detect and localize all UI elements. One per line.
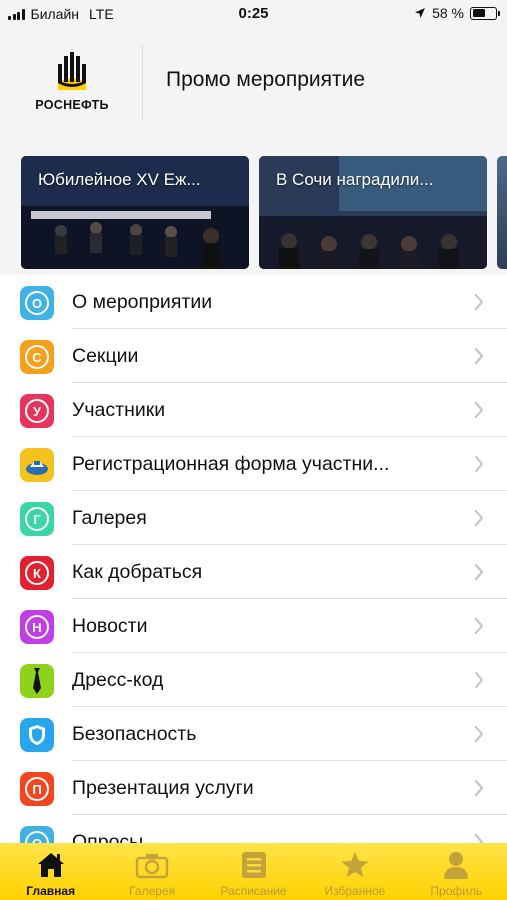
location-arrow-icon <box>415 8 426 18</box>
chevron-right-icon <box>474 347 484 365</box>
menu-item[interactable]: О О мероприятии <box>0 275 507 329</box>
menu-item-label: О мероприятии <box>72 291 213 313</box>
menu-item-label: Новости <box>72 615 148 637</box>
chevron-right-icon <box>474 401 484 419</box>
logo-text: РОСНЕФТЬ <box>35 98 109 112</box>
tab-bar: Главная Галерея Расписание Избранное Профиль <box>0 843 507 900</box>
status-right: 58 % <box>414 5 500 21</box>
chevron-right-icon <box>474 725 484 743</box>
tab-label: Расписание <box>220 884 287 898</box>
menu-item[interactable]: Регистрационная форма участни... <box>0 437 507 491</box>
polls-icon: О <box>20 826 54 843</box>
status-bar: Билайн LTE 0:25 58 % <box>0 0 507 28</box>
menu-item-label: Безопасность <box>72 723 197 745</box>
gallery-icon: Г <box>20 502 54 536</box>
carousel-card-title: Юбилейное XV Еж... <box>38 170 201 189</box>
tab-star[interactable]: Избранное <box>304 843 405 900</box>
menu-item[interactable]: Г Галерея <box>0 491 507 545</box>
carrier-label: Билайн <box>30 6 80 22</box>
shield-icon <box>20 718 54 752</box>
carousel-card[interactable]: Юбилейное XV Еж... <box>21 156 249 269</box>
chevron-right-icon <box>474 833 484 843</box>
rosneft-logo: РОСНЕФТЬ <box>20 50 124 116</box>
network-label: LTE <box>89 6 114 22</box>
menu-item-icon-letter: О <box>25 291 49 315</box>
chevron-right-icon <box>474 509 484 527</box>
menu-item-icon-letter: П <box>25 777 49 801</box>
menu-item-label: Дресс-код <box>72 669 164 691</box>
app-header: РОСНЕФТЬ Промо мероприятие <box>0 28 507 140</box>
participants-icon: У <box>20 394 54 428</box>
tab-label: Галерея <box>129 884 176 898</box>
news-icon: Н <box>20 610 54 644</box>
registration-icon <box>20 448 54 482</box>
profile-icon <box>439 849 473 881</box>
menu-item-label: Регистрационная форма участни... <box>72 453 390 475</box>
menu-item[interactable]: С Секции <box>0 329 507 383</box>
menu-item-icon-letter: Г <box>25 507 49 531</box>
tab-profile[interactable]: Профиль <box>406 843 507 900</box>
menu-item[interactable]: П Презентация услуги <box>0 761 507 815</box>
menu-item-label: Участники <box>72 399 166 421</box>
menu-item-icon-letter: С <box>25 345 49 369</box>
news-carousel[interactable]: Юбилейное XV Еж... В Сочи наградили... <box>0 156 507 269</box>
menu-item[interactable]: К Как добраться <box>0 545 507 599</box>
menu-item-label: Как добраться <box>72 561 203 583</box>
menu-item-icon-letter: Н <box>25 615 49 639</box>
chevron-right-icon <box>474 293 484 311</box>
rosneft-logo-mark <box>58 52 86 90</box>
schedule-icon <box>237 849 271 881</box>
carousel-card[interactable]: В Сочи наградили... <box>259 156 487 269</box>
status-left: Билайн LTE <box>8 6 114 22</box>
presentation-icon: П <box>20 772 54 806</box>
directions-icon: К <box>20 556 54 590</box>
camera-icon <box>135 849 169 881</box>
tab-label: Главная <box>26 884 76 898</box>
header-divider <box>142 44 143 120</box>
menu-item-label: Секции <box>72 345 139 367</box>
chevron-right-icon <box>474 671 484 689</box>
menu-item[interactable]: О Опросы <box>0 815 507 843</box>
menu-item-icon-letter: К <box>25 561 49 585</box>
menu-item-icon-letter: О <box>25 831 49 843</box>
menu-item-label: Галерея <box>72 507 147 529</box>
chevron-right-icon <box>474 455 484 473</box>
battery-percent: 58 % <box>432 5 464 21</box>
home-icon <box>34 849 68 881</box>
menu-item[interactable]: Безопасность <box>0 707 507 761</box>
info-icon: О <box>20 286 54 320</box>
star-icon <box>338 849 372 881</box>
sections-icon: С <box>20 340 54 374</box>
menu-item[interactable]: Н Новости <box>0 599 507 653</box>
menu-item-icon-letter: У <box>25 399 49 423</box>
chevron-right-icon <box>474 779 484 797</box>
tie-icon <box>20 664 54 698</box>
tab-home[interactable]: Главная <box>0 843 101 900</box>
battery-fill <box>472 9 486 17</box>
menu-item-label: Презентация услуги <box>72 777 254 799</box>
tab-label: Избранное <box>324 884 386 898</box>
signal-icon <box>8 8 25 20</box>
chevron-right-icon <box>474 563 484 581</box>
menu-item-label: Опросы <box>72 831 144 843</box>
battery-icon <box>470 6 500 20</box>
tab-label: Профиль <box>430 884 483 898</box>
carousel-card-partial[interactable] <box>497 156 507 269</box>
main-menu-list: О О мероприятии С Секции У Участники Регистрац… <box>0 275 507 843</box>
chevron-right-icon <box>474 617 484 635</box>
page-title: Промо мероприятие <box>166 68 366 91</box>
carousel-card-title: В Сочи наградили... <box>276 170 434 189</box>
menu-item[interactable]: У Участники <box>0 383 507 437</box>
menu-item[interactable]: Дресс-код <box>0 653 507 707</box>
tab-camera[interactable]: Галерея <box>101 843 202 900</box>
tab-schedule[interactable]: Расписание <box>203 843 304 900</box>
